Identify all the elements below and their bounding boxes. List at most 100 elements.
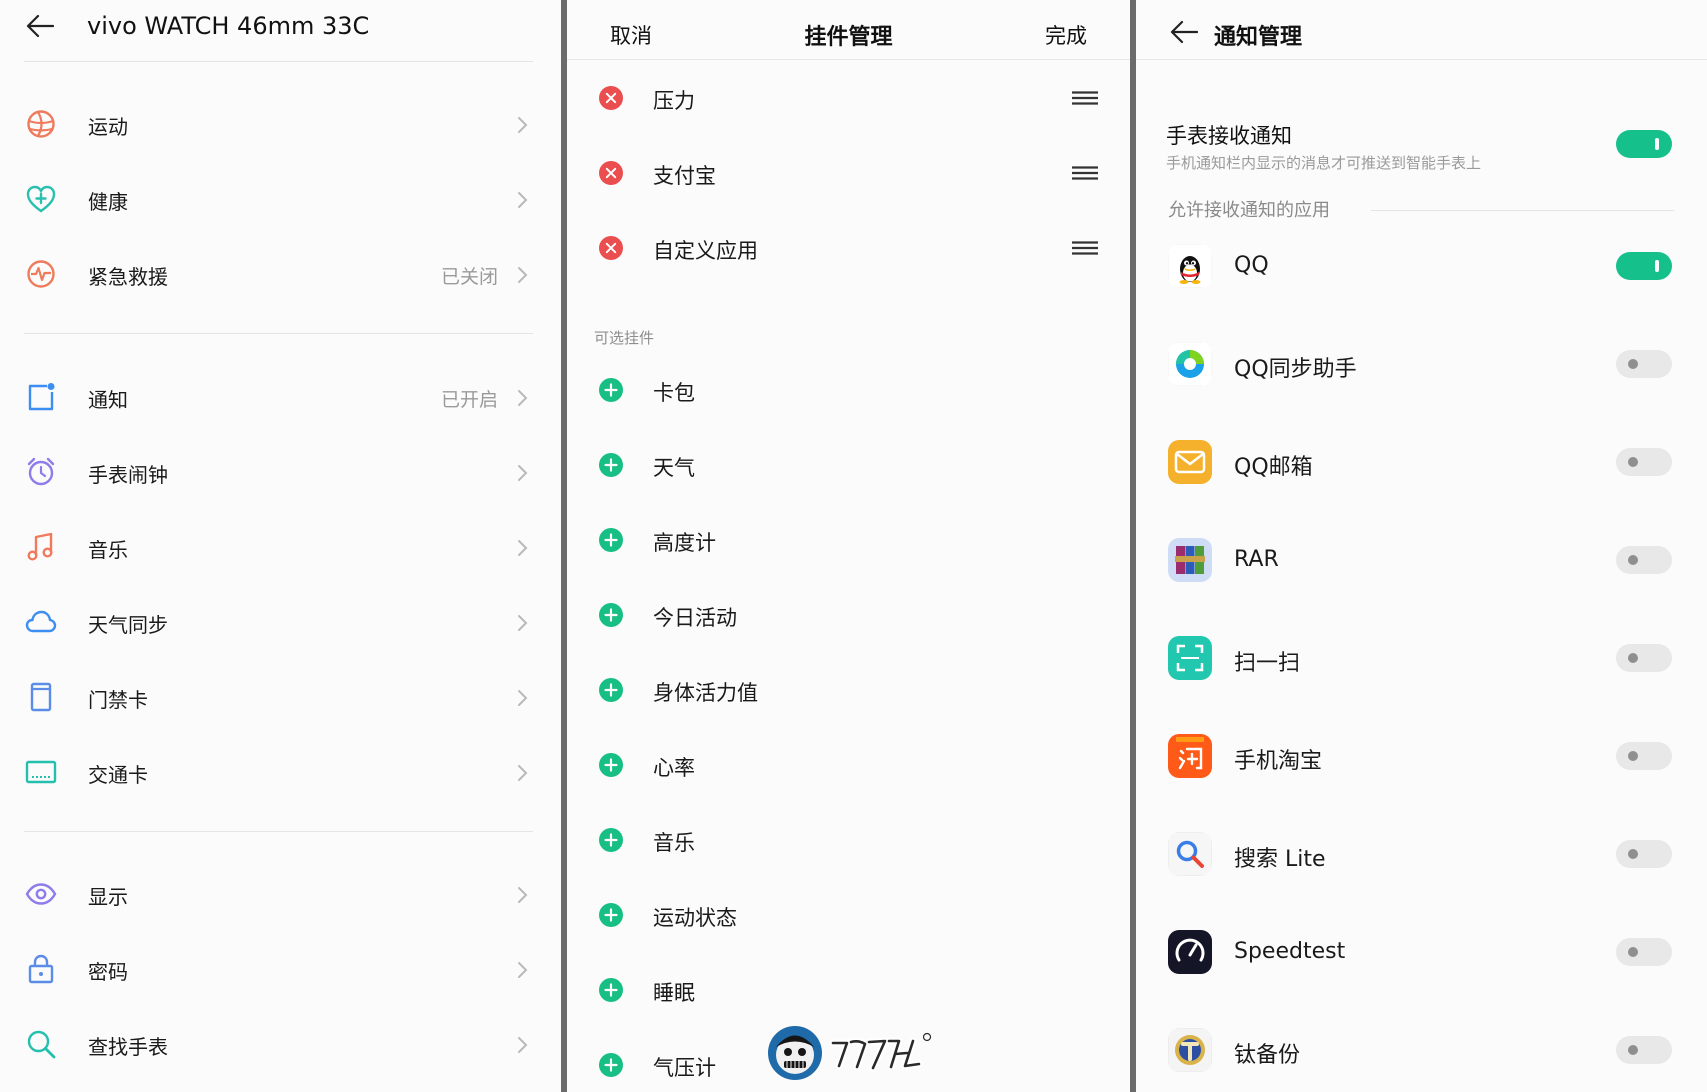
drag-handle-icon[interactable]	[1072, 241, 1098, 255]
remove-icon[interactable]	[598, 85, 624, 111]
page-title: 通知管理	[1214, 25, 1303, 50]
chevron-right-icon	[518, 267, 528, 283]
app-row-search-lite: 搜索 Lite	[1136, 821, 1707, 911]
health-heart-icon	[26, 185, 56, 213]
toggle-knob	[1628, 653, 1638, 663]
back-arrow-icon[interactable]	[26, 14, 54, 38]
divider	[1371, 210, 1674, 211]
add-icon[interactable]	[598, 1052, 624, 1078]
cancel-button[interactable]: 取消	[610, 20, 652, 50]
app-notification-toggle[interactable]	[1616, 644, 1672, 672]
add-icon[interactable]	[598, 527, 624, 553]
active-widget-row: 支付宝	[567, 136, 1130, 211]
app-name: 手机淘宝	[1234, 749, 1323, 774]
widget-label: 卡包	[653, 381, 695, 405]
qq-penguin-icon	[1168, 244, 1212, 288]
optional-widget-row: 音乐	[567, 803, 1130, 878]
chevron-right-icon	[518, 117, 528, 133]
chevron-right-icon	[518, 465, 528, 481]
settings-item-label: 通知	[88, 388, 128, 412]
transit-card-icon	[25, 760, 57, 784]
settings-item-label: 显示	[88, 885, 128, 909]
notification-manager-panel: 通知管理 手表接收通知 手机通知栏内显示的消息才可推送到智能手表上 允许接收通知…	[1136, 0, 1707, 1092]
settings-item-password[interactable]: 密码	[0, 931, 561, 1006]
app-name: Speedtest	[1234, 939, 1346, 964]
add-icon[interactable]	[598, 827, 624, 853]
app-notification-toggle[interactable]	[1616, 1036, 1672, 1064]
remove-icon[interactable]	[598, 235, 624, 261]
chevron-right-icon	[518, 690, 528, 706]
chevron-right-icon	[518, 962, 528, 978]
app-notification-toggle[interactable]	[1616, 938, 1672, 966]
widget-label: 身体活力值	[653, 681, 758, 705]
add-icon[interactable]	[598, 677, 624, 703]
widget-label: 天气	[653, 456, 695, 480]
settings-item-sport[interactable]: 运动	[0, 86, 561, 161]
eye-icon	[25, 883, 57, 905]
chevron-right-icon	[518, 540, 528, 556]
optional-widget-row: 高度计	[567, 503, 1130, 578]
add-icon[interactable]	[598, 602, 624, 628]
settings-item-display[interactable]: 显示	[0, 856, 561, 931]
widget-label: 压力	[653, 89, 695, 113]
add-icon[interactable]	[598, 977, 624, 1003]
done-button[interactable]: 完成	[1045, 20, 1087, 50]
watch-settings-panel: vivo WATCH 46mm 33C 运动 健康 紧急救援 已关闭 通知 已开…	[0, 0, 561, 1092]
settings-item-alarm[interactable]: 手表闹钟	[0, 434, 561, 509]
drag-handle-icon[interactable]	[1072, 166, 1098, 180]
settings-item-label: 健康	[88, 190, 128, 214]
receive-notification-toggle[interactable]	[1616, 130, 1672, 158]
settings-item-emergency[interactable]: 紧急救援 已关闭	[0, 236, 561, 311]
add-icon[interactable]	[598, 902, 624, 928]
widget-label: 今日活动	[653, 606, 737, 630]
app-notification-toggle[interactable]	[1616, 742, 1672, 770]
app-row-scan: 扫一扫	[1136, 625, 1707, 715]
settings-item-transit-card[interactable]: 交通卡	[0, 734, 561, 809]
cloud-icon	[25, 610, 57, 633]
app-notification-toggle[interactable]	[1616, 252, 1672, 280]
drag-handle-icon[interactable]	[1072, 91, 1098, 105]
app-notification-toggle[interactable]	[1616, 350, 1672, 378]
add-icon[interactable]	[598, 752, 624, 778]
chevron-right-icon	[518, 390, 528, 406]
divider	[24, 831, 533, 832]
settings-item-label: 天气同步	[88, 613, 168, 637]
optional-widget-row: 睡眠	[567, 953, 1130, 1028]
app-row-qq-sync: QQ同步助手	[1136, 331, 1707, 421]
scan-icon	[1168, 636, 1212, 680]
chevron-right-icon	[518, 1037, 528, 1053]
settings-item-health[interactable]: 健康	[0, 161, 561, 236]
watermark-mascot-logo	[768, 1026, 932, 1080]
add-icon[interactable]	[598, 452, 624, 478]
widget-label: 支付宝	[653, 164, 716, 188]
optional-widget-row: 天气	[567, 428, 1130, 503]
active-widget-row: 自定义应用	[567, 211, 1130, 286]
taobao-icon	[1168, 734, 1212, 778]
toggle-knob	[1655, 138, 1659, 150]
app-row-speedtest: Speedtest	[1136, 919, 1707, 1009]
settings-item-weather[interactable]: 天气同步	[0, 584, 561, 659]
search-lite-icon	[1168, 832, 1212, 876]
app-notification-toggle[interactable]	[1616, 840, 1672, 868]
remove-icon[interactable]	[598, 160, 624, 186]
settings-item-access-card[interactable]: 门禁卡	[0, 659, 561, 734]
toggle-knob	[1628, 555, 1638, 565]
app-notification-toggle[interactable]	[1616, 448, 1672, 476]
toggle-knob	[1628, 849, 1638, 859]
settings-item-find-watch[interactable]: 查找手表	[0, 1006, 561, 1081]
search-icon	[27, 1030, 56, 1059]
optional-widget-row: 身体活力值	[567, 653, 1130, 728]
lock-icon	[28, 954, 54, 984]
toggle-knob	[1628, 751, 1638, 761]
widget-label: 心率	[653, 756, 695, 780]
settings-item-music[interactable]: 音乐	[0, 509, 561, 584]
widget-label: 音乐	[653, 831, 695, 855]
music-note-icon	[27, 532, 53, 561]
notification-manager-header: 通知管理	[1136, 0, 1707, 60]
device-title: vivo WATCH 46mm 33C	[87, 12, 370, 40]
app-notification-toggle[interactable]	[1616, 546, 1672, 574]
app-name: QQ	[1234, 253, 1269, 278]
back-arrow-icon[interactable]	[1170, 20, 1198, 44]
add-icon[interactable]	[598, 377, 624, 403]
settings-item-notification[interactable]: 通知 已开启	[0, 359, 561, 434]
